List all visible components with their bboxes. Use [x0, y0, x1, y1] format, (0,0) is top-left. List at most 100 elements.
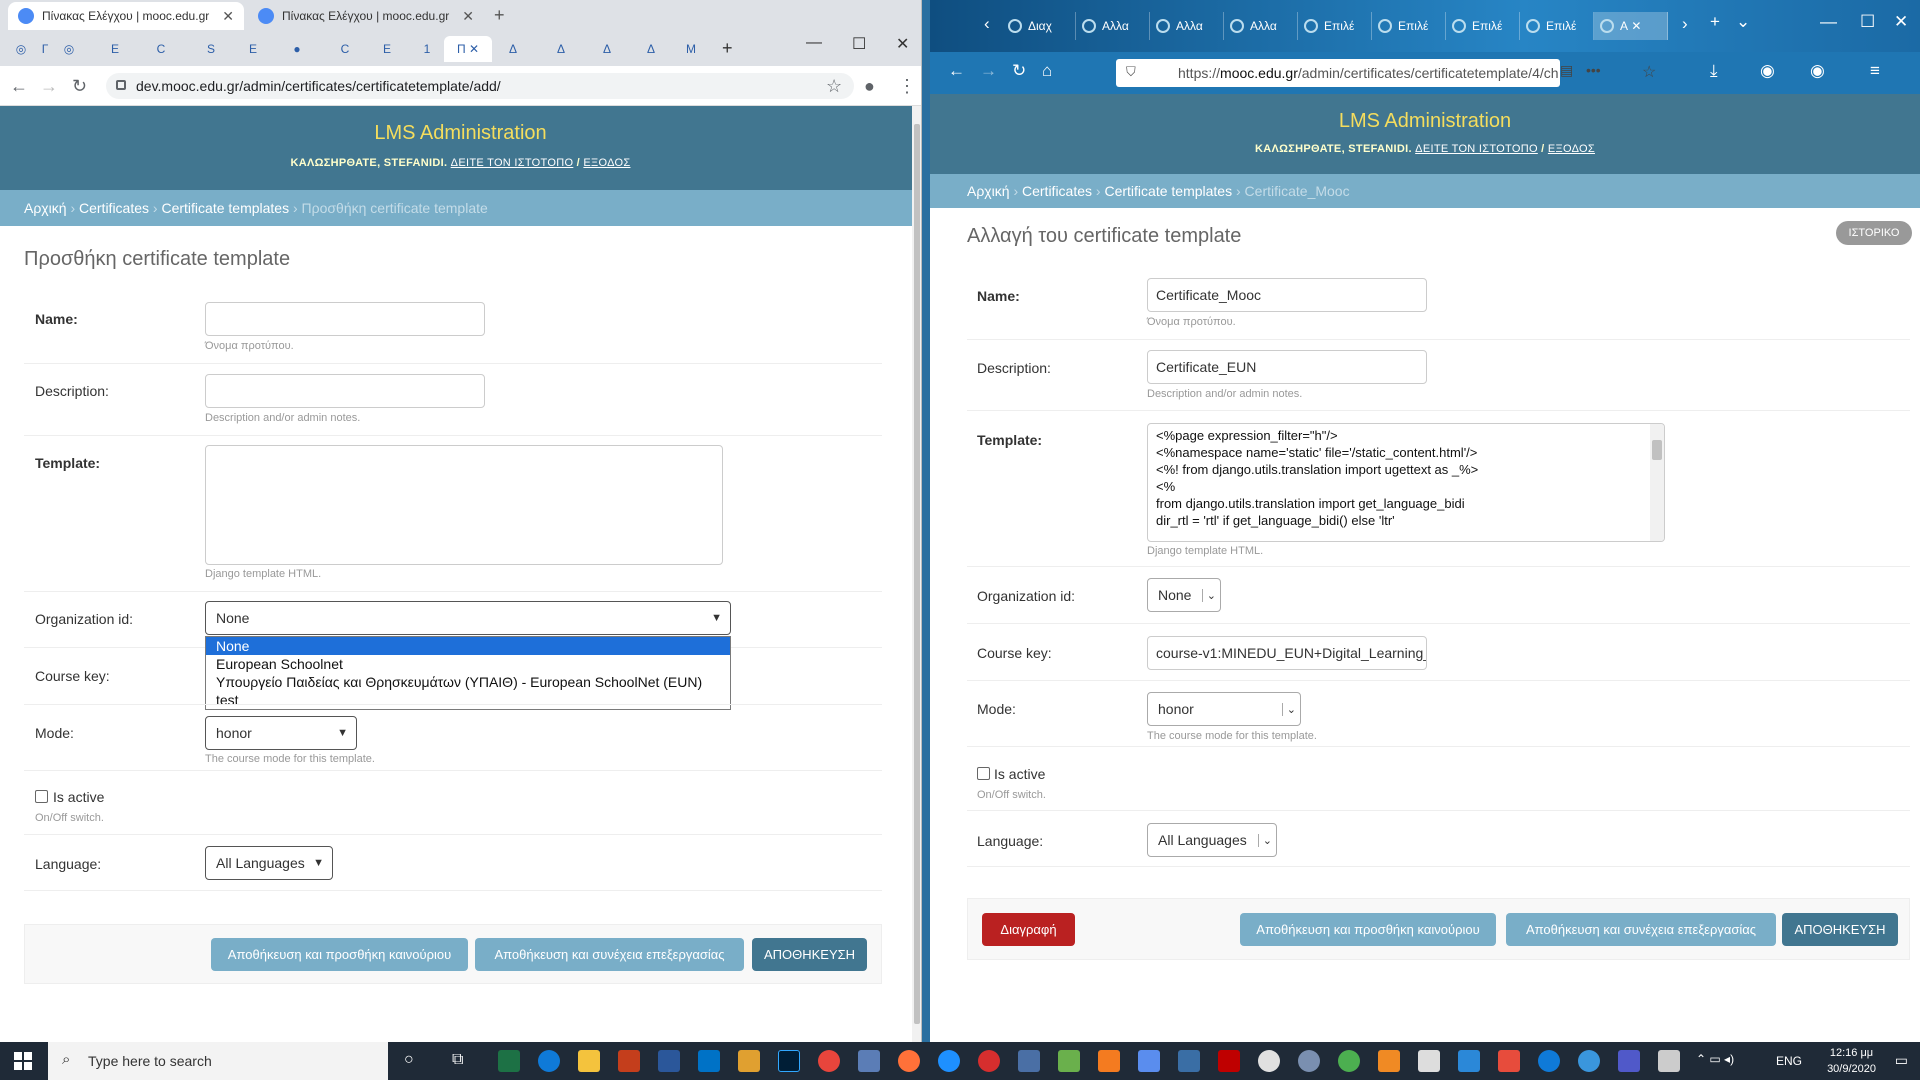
virtualbox-icon[interactable]	[1138, 1050, 1160, 1072]
language-select[interactable]: All Languages ▼	[205, 846, 333, 880]
new-tab-button[interactable]: +	[722, 38, 733, 59]
site-title[interactable]: LMS Administration	[930, 94, 1920, 133]
mode-select[interactable]: honor ▼	[205, 716, 357, 750]
breadcrumb-model[interactable]: Certificate templates	[161, 200, 289, 216]
pinned-tab[interactable]: Δ	[636, 36, 666, 62]
pinned-tab[interactable]: E	[238, 36, 268, 62]
new-tab-icon[interactable]: +	[1710, 12, 1720, 32]
filezilla-icon[interactable]	[1218, 1050, 1240, 1072]
close-window-icon[interactable]: ✕	[896, 34, 909, 54]
close-tab-icon[interactable]: ✕	[456, 8, 474, 25]
notepad-icon[interactable]	[1058, 1050, 1080, 1072]
save-and-add-button[interactable]: Αποθήκευση και προσθήκη καινούριου	[1240, 913, 1496, 946]
git-icon[interactable]	[738, 1050, 760, 1072]
history-button[interactable]: ΙΣΤΟΡΙΚΟ	[1836, 221, 1912, 245]
edge-icon[interactable]	[538, 1050, 560, 1072]
windows-start-icon[interactable]	[14, 1052, 32, 1070]
powerpoint-icon[interactable]	[618, 1050, 640, 1072]
mode-select[interactable]: honor ⌄	[1147, 692, 1301, 726]
minimize-icon[interactable]: —	[806, 34, 822, 52]
name-input[interactable]: Certificate_Mooc	[1147, 278, 1427, 312]
tab-scroll-left-icon[interactable]: ‹	[984, 14, 990, 34]
menu-icon[interactable]: ≡	[1870, 61, 1880, 81]
view-site-link[interactable]: ΔΕΙΤΕ ΤΟΝ ΙΣΤΟΤΟΠΟ	[451, 157, 574, 169]
menu-icon[interactable]: ⋮	[898, 76, 916, 97]
task-view-icon[interactable]: ⧉	[452, 1051, 463, 1069]
ff-tab[interactable]: Αλλα	[1076, 12, 1150, 40]
save-button[interactable]: ΑΠΟΘΗΚΕΥΣΗ	[752, 938, 867, 971]
description-input[interactable]: Certificate_EUN	[1147, 350, 1427, 384]
ie-icon[interactable]	[938, 1050, 960, 1072]
app-icon[interactable]	[1418, 1050, 1440, 1072]
logout-link[interactable]: ΕΞΟΔΟΣ	[1548, 143, 1595, 155]
ff-tab[interactable]: Αλλα	[1150, 12, 1224, 40]
ff-tab[interactable]: Επιλέ	[1520, 12, 1594, 40]
app-icon[interactable]	[1298, 1050, 1320, 1072]
profile-icon[interactable]: ●	[864, 76, 875, 97]
is-active-checkbox[interactable]	[977, 767, 990, 780]
textarea-scrollbar[interactable]	[1650, 424, 1664, 541]
app-icon[interactable]	[1258, 1050, 1280, 1072]
outlook-icon[interactable]	[698, 1050, 720, 1072]
address-bar[interactable]: https://mooc.edu.gr/admin/certificates/c…	[1116, 59, 1560, 87]
new-tab-button[interactable]: +	[494, 5, 505, 26]
back-icon[interactable]: ←	[948, 61, 965, 81]
view-site-link[interactable]: ΔΕΙΤΕ ΤΟΝ ΙΣΤΟΤΟΠΟ	[1415, 143, 1538, 155]
pinned-tab[interactable]: Δ	[546, 36, 576, 62]
template-textarea[interactable]	[205, 445, 723, 565]
maximize-icon[interactable]: ☐	[852, 34, 866, 54]
save-and-continue-button[interactable]: Αποθήκευση και συνέχεια επεξεργασίας	[1506, 913, 1776, 946]
pinned-tab[interactable]: Δ	[498, 36, 528, 62]
delete-button[interactable]: Διαγραφή	[982, 913, 1075, 946]
course-key-input[interactable]: course-v1:MINEDU_EUN+Digital_Learning_	[1147, 636, 1427, 670]
reload-icon[interactable]: ↻	[1012, 61, 1026, 81]
ff-tab[interactable]: Αλλα	[1224, 12, 1298, 40]
pinned-tab[interactable]: Δ	[592, 36, 622, 62]
tray-icons[interactable]: ⌃ ▭ ◂)	[1696, 1052, 1734, 1066]
site-title[interactable]: LMS Administration	[0, 106, 921, 145]
xampp-icon[interactable]	[1098, 1050, 1120, 1072]
cortana-icon[interactable]: ○	[404, 1051, 414, 1069]
shield-icon[interactable]: ⛉	[1126, 64, 1136, 80]
app-icon[interactable]	[1458, 1050, 1480, 1072]
photoshop-icon[interactable]	[778, 1050, 800, 1072]
pinned-tab[interactable]: C	[146, 36, 176, 62]
app-icon[interactable]	[1018, 1050, 1040, 1072]
save-button[interactable]: ΑΠΟΘΗΚΕΥΣΗ	[1782, 913, 1898, 946]
ff-tab[interactable]: Επιλέ	[1298, 12, 1372, 40]
page-scrollbar[interactable]	[912, 106, 921, 1042]
pinned-tab[interactable]: C	[330, 36, 360, 62]
breadcrumb-home[interactable]: Αρχική	[24, 200, 67, 216]
chrome-tab-1[interactable]: Πίνακας Ελέγχου | mooc.edu.gr ✕	[8, 2, 244, 30]
app-icon[interactable]	[1578, 1050, 1600, 1072]
address-bar[interactable]: dev.mooc.edu.gr/admin/certificates/certi…	[106, 73, 854, 99]
taskbar-search[interactable]: ⌕ Type here to search	[48, 1042, 388, 1080]
reader-view-icon[interactable]: ▤	[1560, 62, 1573, 79]
chrome-icon[interactable]	[818, 1050, 840, 1072]
pinned-tab[interactable]: E	[100, 36, 130, 62]
is-active-checkbox[interactable]	[35, 790, 48, 803]
breadcrumb-app[interactable]: Certificates	[79, 200, 149, 216]
bookmark-star-icon[interactable]: ☆	[826, 76, 842, 97]
description-input[interactable]	[205, 374, 485, 408]
reload-icon[interactable]: ↻	[72, 76, 87, 97]
bookmark-star-icon[interactable]: ☆	[1642, 62, 1656, 82]
firefox-icon[interactable]	[898, 1050, 920, 1072]
ff-tab[interactable]: Επιλέ	[1446, 12, 1520, 40]
organization-select[interactable]: None ⌄	[1147, 578, 1221, 612]
forward-icon[interactable]: →	[40, 76, 58, 97]
close-window-icon[interactable]: ✕	[1894, 12, 1908, 32]
teams-icon[interactable]	[1618, 1050, 1640, 1072]
download-icon[interactable]: ⤓	[1710, 61, 1718, 81]
maximize-icon[interactable]: ☐	[1860, 12, 1875, 32]
pinned-tab[interactable]: ◎	[54, 36, 84, 62]
app-icon[interactable]	[1658, 1050, 1680, 1072]
breadcrumb-home[interactable]: Αρχική	[967, 183, 1010, 199]
pinned-tab-active[interactable]: Π ✕	[444, 36, 492, 62]
breadcrumb-model[interactable]: Certificate templates	[1104, 183, 1232, 199]
save-and-add-button[interactable]: Αποθήκευση και προσθήκη καινούριου	[211, 938, 468, 971]
file-explorer-icon[interactable]	[578, 1050, 600, 1072]
pinned-tab[interactable]: S	[196, 36, 226, 62]
app-icon[interactable]	[1338, 1050, 1360, 1072]
name-input[interactable]	[205, 302, 485, 336]
